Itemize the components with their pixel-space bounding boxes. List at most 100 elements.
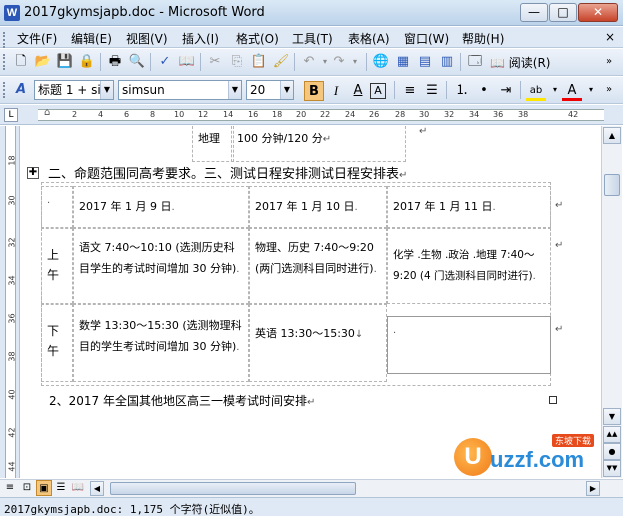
horizontal-ruler[interactable]: L ⌂ 2 4 6 8 10 12 14 16 18 20 22 24 26 2… xyxy=(0,105,623,125)
document-map-icon[interactable]: 🗔 xyxy=(466,53,484,71)
print-layout-view-icon[interactable]: ▣ xyxy=(36,480,52,496)
menu-format[interactable]: 格式(O) xyxy=(236,30,279,47)
redo-dropdown-icon[interactable]: ▾ xyxy=(346,53,364,71)
new-document-icon[interactable]: 🗋 xyxy=(12,53,30,71)
horizontal-scroll-thumb[interactable] xyxy=(110,482,356,495)
afternoon-day3-cell[interactable]: . xyxy=(387,316,551,374)
vertical-ruler[interactable]: 18 30 32 34 36 38 40 42 44 xyxy=(0,126,20,478)
outline-view-icon[interactable]: ☰ xyxy=(53,480,69,496)
bullets-icon[interactable]: • xyxy=(474,81,494,101)
table-move-handle-icon[interactable]: ✚ xyxy=(27,167,39,179)
cut-icon[interactable]: ✂ xyxy=(206,53,224,71)
chevron-down-icon[interactable]: ▼ xyxy=(280,81,293,99)
scroll-left-icon[interactable]: ◀ xyxy=(90,481,104,496)
select-browse-object-icon[interactable]: ● xyxy=(603,443,621,460)
insert-excel-icon[interactable]: ▥ xyxy=(438,53,456,71)
insert-table-icon[interactable]: ▤ xyxy=(416,53,434,71)
web-view-icon[interactable]: ⊡ xyxy=(19,480,35,496)
distributed-icon[interactable]: ☰ xyxy=(422,81,442,101)
style-combo[interactable]: 标题 1 + si ▼ xyxy=(34,80,114,100)
research-icon[interactable]: 📖 xyxy=(178,53,196,71)
read-mode-button[interactable]: 📖 阅读(R) xyxy=(490,54,550,71)
table-header-cell[interactable]: 2017 年 1 月 10 日. xyxy=(249,186,387,228)
menu-help[interactable]: 帮助(H) xyxy=(462,30,504,47)
close-button[interactable]: ✕ xyxy=(578,3,618,22)
reading-view-icon[interactable]: 📖 xyxy=(70,480,86,496)
afternoon-day1-cell[interactable]: 数学 13:30～15:30 (选测物理科目的学生考试时间增加 30 分钟). xyxy=(73,304,249,382)
format-painter-icon[interactable]: 🖌 xyxy=(272,53,290,71)
menu-tools[interactable]: 工具(T) xyxy=(292,30,333,47)
menubar-grip[interactable] xyxy=(3,32,6,48)
styles-formatting-icon[interactable]: A xyxy=(12,81,30,99)
heading-2[interactable]: 2、2017 年全国其他地区高三一模考试时间安排↵ xyxy=(49,392,315,409)
minimize-button[interactable]: — xyxy=(520,3,548,22)
toolbar-options-icon[interactable]: » xyxy=(600,81,618,99)
toolbar-grip[interactable] xyxy=(3,54,6,70)
print-icon[interactable]: 🖶 xyxy=(106,53,124,71)
print-preview-icon[interactable]: 🔍 xyxy=(128,53,146,71)
word-app-icon[interactable]: W xyxy=(4,5,20,21)
table-header-cell[interactable]: . xyxy=(41,186,73,228)
menu-window[interactable]: 窗口(W) xyxy=(404,30,449,47)
morning-day2-cell[interactable]: 物理、历史 7:40～9:20 (两门选测科目同时进行). xyxy=(249,228,387,304)
bold-button[interactable]: B xyxy=(304,81,324,101)
toolbar-grip[interactable] xyxy=(3,82,6,98)
chevron-down-icon[interactable]: ▼ xyxy=(100,81,113,99)
justify-icon[interactable]: ≡ xyxy=(400,81,420,101)
period-cell-morning[interactable]: 上午 xyxy=(41,228,73,304)
maximize-button[interactable]: □ xyxy=(549,3,577,22)
menu-table[interactable]: 表格(A) xyxy=(348,30,390,47)
morning-day1-cell[interactable]: 语文 7:40～10:10 (选测历史科目学生的考试时间增加 30 分钟). xyxy=(73,228,249,304)
italic-button[interactable]: I xyxy=(326,81,346,101)
menu-file[interactable]: 文件(F) xyxy=(17,30,57,47)
period-cell-afternoon[interactable]: 下午 xyxy=(41,304,73,382)
menu-insert[interactable]: 插入(I) xyxy=(182,30,219,47)
scroll-up-icon[interactable]: ▲ xyxy=(603,127,621,144)
paste-icon[interactable]: 📋 xyxy=(250,53,268,71)
permission-icon[interactable]: 🔒 xyxy=(78,53,96,71)
previous-page-icon[interactable]: ▲▲ xyxy=(603,426,621,443)
menu-edit[interactable]: 编辑(E) xyxy=(71,30,112,47)
indent-icon[interactable]: ⇥ xyxy=(496,81,516,101)
font-color-dropdown-icon[interactable]: ▾ xyxy=(582,81,600,99)
vertical-scrollbar[interactable]: ▲ ▼ ▲▲ ● ▼▼ xyxy=(601,126,622,478)
read-icon: 📖 xyxy=(490,56,505,70)
horizontal-scrollbar[interactable]: ≡ ⊡ ▣ ☰ 📖 ◀ ▶ xyxy=(0,479,623,497)
save-icon[interactable]: 💾 xyxy=(56,53,74,71)
copy-icon[interactable]: ⎘ xyxy=(228,53,246,71)
numbering-icon[interactable]: ⒈ xyxy=(452,81,472,101)
standard-toolbar: 🗋 📂 💾 🔒 🖶 🔍 ✓ 📖 ✂ ⎘ 📋 🖌 ↶ ▾ ↷ ▾ 🌐 ▦ ▤ ▥ … xyxy=(0,49,623,76)
chevron-down-icon[interactable]: ▼ xyxy=(228,81,241,99)
prev-table-cell[interactable]: 地理 xyxy=(192,126,234,162)
spelling-icon[interactable]: ✓ xyxy=(156,53,174,71)
char-border-button[interactable]: A xyxy=(370,83,386,99)
vertical-scroll-thumb[interactable] xyxy=(604,174,620,196)
document-close-icon[interactable]: × xyxy=(605,30,615,44)
document-area[interactable]: 地理 100 分钟/120 分↵ ↵ ✚ 二、命题范围同高考要求。三、测试日程安… xyxy=(21,126,601,478)
font-color-button[interactable]: A xyxy=(562,81,582,101)
toolbar-options-icon[interactable]: » xyxy=(600,53,618,71)
highlight-button[interactable]: ab xyxy=(526,81,546,101)
font-size-combo[interactable]: 20 ▼ xyxy=(246,80,294,100)
normal-view-icon[interactable]: ≡ xyxy=(2,480,18,496)
morning-day3-cell[interactable]: 化学 .生物 .政治 .地理 7:40～9:20 (4 门选测科目同时进行). xyxy=(387,228,551,304)
tables-borders-icon[interactable]: ▦ xyxy=(394,53,412,71)
hyperlink-icon[interactable]: 🌐 xyxy=(372,53,390,71)
prev-table-cell[interactable]: 100 分钟/120 分↵ xyxy=(231,126,406,162)
scroll-right-icon[interactable]: ▶ xyxy=(586,481,600,496)
afternoon-day2-cell[interactable]: 英语 13:30～15:30↓ xyxy=(249,304,387,382)
indent-marker-icon[interactable]: ⌂ xyxy=(44,107,50,118)
char-shading-button[interactable]: A xyxy=(348,81,368,101)
open-folder-icon[interactable]: 📂 xyxy=(34,53,52,71)
ruler-mark: 12 xyxy=(198,110,209,119)
tab-selector[interactable]: L xyxy=(4,108,18,122)
ruler-mark: 16 xyxy=(248,110,259,119)
heading-1[interactable]: 二、命题范围同高考要求。三、测试日程安排测试日程安排表↵ xyxy=(48,163,407,182)
scroll-down-icon[interactable]: ▼ xyxy=(603,408,621,425)
table-header-cell[interactable]: 2017 年 1 月 9 日. xyxy=(73,186,249,228)
table-resize-handle[interactable] xyxy=(549,396,557,404)
font-combo[interactable]: simsun ▼ xyxy=(118,80,242,100)
table-header-cell[interactable]: 2017 年 1 月 11 日. xyxy=(387,186,551,228)
menu-view[interactable]: 视图(V) xyxy=(126,30,168,47)
next-page-icon[interactable]: ▼▼ xyxy=(603,460,621,477)
